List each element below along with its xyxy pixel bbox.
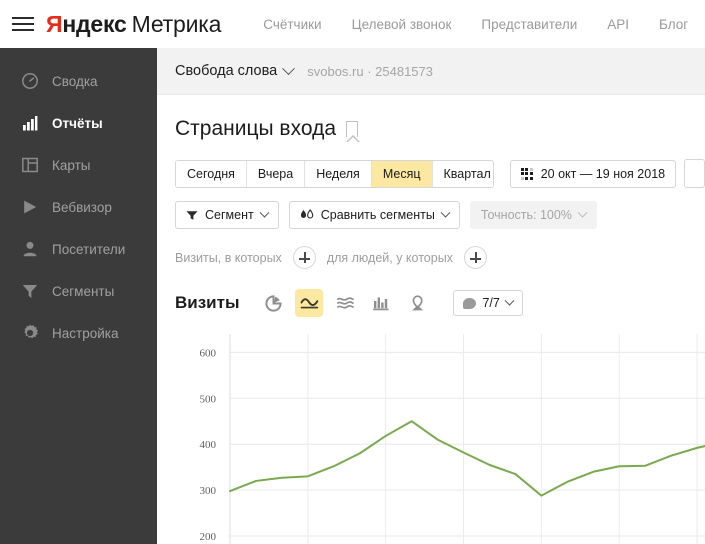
filter-row: Визиты, в которых для людей, у которых	[175, 246, 705, 269]
layout-icon	[20, 156, 39, 175]
site-selector-label: Свобода слова	[175, 63, 278, 79]
chevron-down-icon	[577, 207, 588, 218]
chart-canvas: 600 500 400 300 200	[200, 334, 705, 544]
sidebar-item-label: Вебвизор	[52, 199, 112, 215]
chevron-down-icon	[282, 61, 296, 75]
sidebar-item-visitors[interactable]: Посетители	[0, 228, 157, 270]
funnel-icon	[20, 282, 39, 301]
chart-type-area[interactable]	[331, 289, 359, 317]
chart-y-tick: 300	[200, 485, 217, 497]
sidebar-item-label: Отчёты	[52, 115, 103, 131]
gauge-icon	[20, 72, 39, 91]
sidebar-item-label: Сегменты	[52, 283, 115, 299]
metrics-count-label: 7/7	[482, 296, 500, 310]
segment-label: Сегмент	[205, 208, 254, 222]
breadcrumb: Свобода слова svobos.ru · 25481573	[157, 48, 705, 95]
bookmark-icon[interactable]	[346, 121, 358, 137]
period-month[interactable]: Месяц	[371, 160, 433, 187]
sidebar-item-settings[interactable]: Настройка	[0, 312, 157, 354]
people-filter-label: для людей, у которых	[326, 250, 453, 265]
chart-y-tick: 200	[200, 531, 217, 543]
bar-chart-icon	[20, 114, 39, 133]
sidebar-item-label: Сводка	[52, 73, 98, 89]
nav-target-call[interactable]: Целевой звонок	[352, 17, 452, 32]
page-title: Страницы входа	[175, 117, 705, 141]
nav-counters[interactable]: Счётчики	[263, 17, 321, 32]
logo-ndeks: ндекс	[62, 10, 127, 37]
chart-y-tick: 400	[200, 439, 217, 451]
hamburger-menu-icon[interactable]	[8, 17, 42, 31]
accuracy-button[interactable]: Точность: 100%	[469, 201, 597, 229]
accuracy-label: Точность: 100%	[480, 208, 572, 222]
sidebar-item-label: Карты	[52, 157, 91, 173]
chart-type-map[interactable]	[403, 289, 431, 317]
segment-button[interactable]: Сегмент	[175, 201, 279, 229]
chevron-down-icon	[259, 207, 270, 218]
sidebar-item-maps[interactable]: Карты	[0, 144, 157, 186]
sidebar: Сводка Отчёты Карты Вебвизор Посетители …	[0, 48, 157, 544]
calendar-grid-icon	[520, 167, 533, 180]
visits-filter-label: Визиты, в которых	[175, 250, 282, 265]
metrika-app: Яндекс Метрика Счётчики Целевой звонок Пр…	[0, 0, 705, 544]
sidebar-item-summary[interactable]: Сводка	[0, 60, 157, 102]
map-pin-icon	[411, 294, 424, 310]
bar-chart-icon	[373, 297, 390, 310]
chart-type-line[interactable]	[295, 289, 324, 317]
line-chart-icon	[300, 297, 319, 308]
chevron-down-icon	[504, 295, 515, 306]
pie-chart-icon	[265, 294, 282, 312]
add-people-filter-button[interactable]	[463, 246, 487, 269]
sidebar-item-label: Посетители	[52, 241, 126, 257]
funnel-icon	[186, 210, 198, 220]
add-visits-filter-button[interactable]	[292, 246, 316, 269]
chart-y-tick: 500	[200, 393, 217, 405]
period-yesterday[interactable]: Вчера	[246, 160, 306, 187]
chart-toolbar: Визиты 7/7	[175, 289, 705, 317]
date-range-picker[interactable]: 20 окт — 19 ноя 2018	[509, 159, 677, 188]
chart-y-tick: 600	[200, 347, 217, 359]
logo-metrika: Метрика	[131, 10, 222, 37]
two-drops-icon	[300, 209, 313, 219]
main-content: Свобода слова svobos.ru · 25481573 Стран…	[157, 48, 705, 544]
period-week[interactable]: Неделя	[305, 160, 372, 187]
site-selector[interactable]: Свобода слова	[175, 61, 296, 79]
chart-type-bar[interactable]	[367, 289, 395, 317]
chart-metric-label: Визиты	[175, 293, 240, 312]
sidebar-item-reports[interactable]: Отчёты	[0, 102, 157, 144]
yandex-metrika-logo[interactable]: Яндекс Метрика	[46, 11, 221, 38]
page-title-text: Страницы входа	[175, 117, 336, 140]
site-meta: svobos.ru · 25481573	[307, 63, 433, 79]
compare-segments-label: Сравнить сегменты	[320, 208, 435, 222]
chevron-down-icon	[440, 207, 451, 218]
top-navigation: Счётчики Целевой звонок Представители AP…	[263, 17, 688, 32]
period-tabs: Сегодня Вчера Неделя Месяц Квартал Год	[175, 159, 494, 188]
visits-line-chart[interactable]: 600 500 400 300 200	[175, 329, 705, 544]
date-next-button[interactable]	[684, 159, 705, 188]
nav-representatives[interactable]: Представители	[481, 17, 577, 32]
period-quarter[interactable]: Квартал	[432, 160, 493, 187]
logo-ya: Я	[46, 10, 63, 37]
date-range-label: 20 окт — 19 ноя 2018	[540, 166, 666, 181]
period-row: Сегодня Вчера Неделя Месяц Квартал Год 2…	[175, 159, 705, 188]
gear-icon	[20, 324, 39, 343]
nav-blog[interactable]: Блог	[659, 17, 688, 32]
segment-row: Сегмент Сравнить сегменты Точность: 100%	[175, 201, 705, 229]
metrics-count-dropdown[interactable]: 7/7	[453, 290, 523, 316]
compare-segments-button[interactable]: Сравнить сегменты	[288, 201, 460, 229]
play-icon	[20, 198, 39, 217]
top-bar: Яндекс Метрика Счётчики Целевой звонок Пр…	[0, 0, 705, 48]
speech-bubble-icon	[463, 297, 477, 309]
chart-series-line[interactable]	[229, 420, 705, 497]
area-chart-icon	[336, 296, 354, 309]
sidebar-item-label: Настройка	[52, 325, 119, 341]
page-body: Страницы входа Сегодня Вчера Неделя Меся…	[157, 95, 705, 544]
chart-type-pie[interactable]	[259, 289, 287, 317]
sidebar-item-segments[interactable]: Сегменты	[0, 270, 157, 312]
nav-api[interactable]: API	[607, 17, 629, 32]
period-today[interactable]: Сегодня	[176, 160, 247, 187]
sidebar-item-webvisor[interactable]: Вебвизор	[0, 186, 157, 228]
user-icon	[20, 240, 39, 259]
